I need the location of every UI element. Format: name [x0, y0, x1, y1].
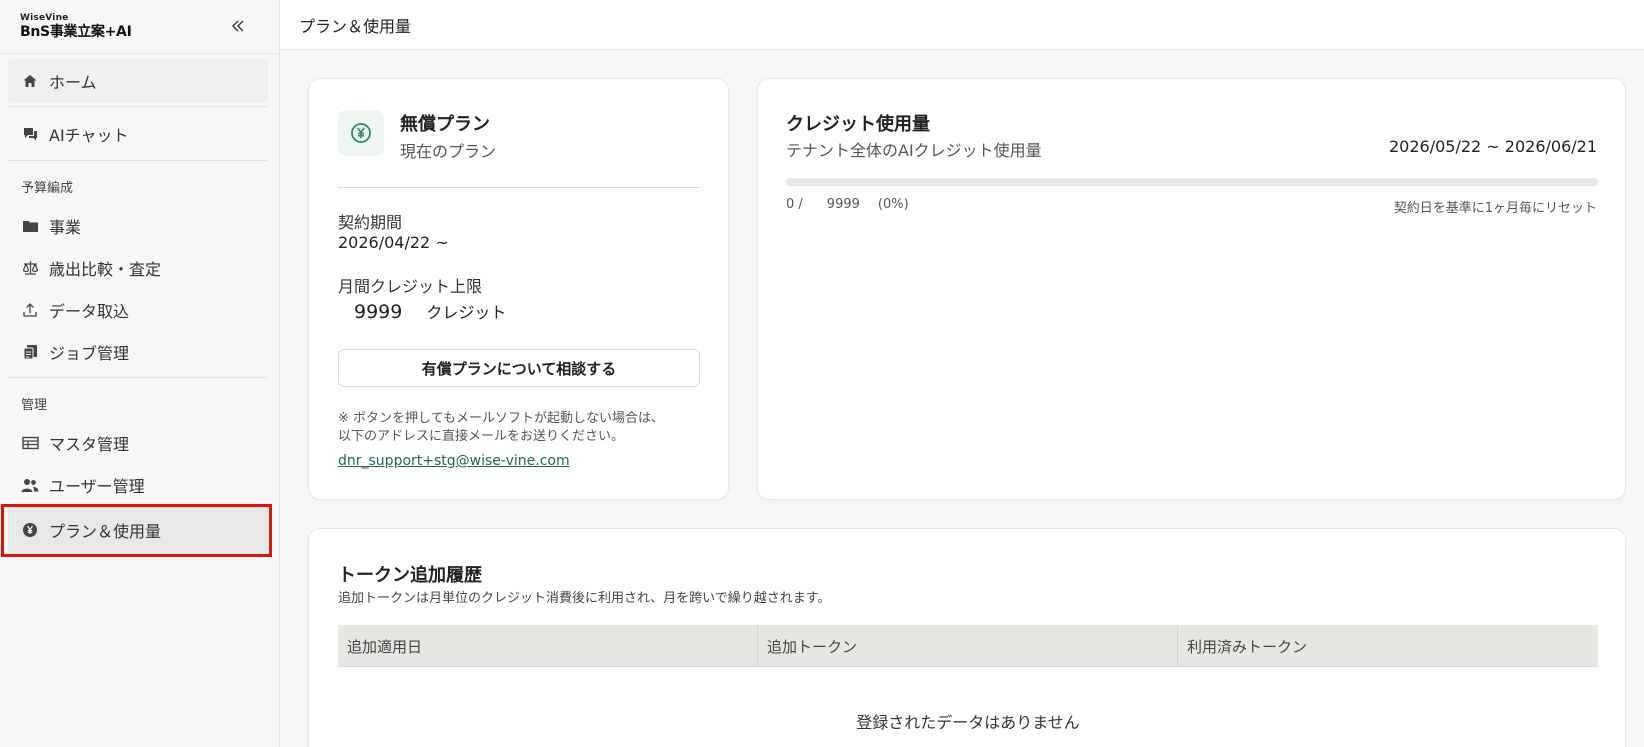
yen-circle-icon — [338, 110, 384, 156]
sidebar-item-label: マスタ管理 — [49, 435, 130, 454]
usage-period: 2026/05/22 ~ 2026/06/21 — [1388, 137, 1597, 156]
sidebar-item-label: ホーム — [49, 73, 97, 92]
sidebar-divider — [8, 106, 268, 107]
sidebar-item-label: データ取込 — [49, 302, 130, 321]
yen-coin-icon — [21, 521, 39, 539]
sidebar-item-master-management[interactable]: マスタ管理 — [8, 421, 268, 465]
users-icon — [21, 476, 39, 494]
sidebar-item-home[interactable]: ホーム — [8, 59, 268, 103]
credit-usage-title: クレジット使用量 — [786, 114, 930, 135]
credit-usage-card: クレジット使用量 テナント全体のAIクレジット使用量 2026/05/22 ~ … — [757, 78, 1626, 500]
clipboard-icon — [21, 343, 39, 361]
token-history-subtitle: 追加トークンは月単位のクレジット消費後に利用され、月を跨いで繰り越されます。 — [338, 591, 831, 606]
usage-limit: 9999 — [826, 197, 860, 212]
sidebar-item-label: プラン＆使用量 — [49, 522, 162, 541]
contract-period-label: 契約期間 — [338, 213, 403, 232]
upload-icon — [21, 301, 39, 319]
plan-card: 無償プラン 現在のプラン 契約期間 2026/04/22 ~ 月間クレジット上限… — [308, 78, 729, 500]
plan-name: 無償プラン — [400, 114, 490, 135]
contract-period-value: 2026/04/22 ~ — [338, 233, 449, 252]
mail-note-line1: ※ ボタンを押してもメールソフトが起動しない場合は、 — [338, 411, 664, 426]
credit-usage-subtitle: テナント全体のAIクレジット使用量 — [786, 141, 1042, 160]
mail-note-line2: 以下のアドレスに直接メールをお送りください。 — [338, 429, 625, 444]
token-history-title: トークン追加履歴 — [338, 565, 482, 586]
sidebar-item-label: ユーザー管理 — [49, 477, 145, 496]
column-header-applied-date[interactable]: 追加適用日 — [338, 625, 758, 667]
empty-state-message: 登録されたデータはありません — [856, 713, 1080, 732]
usage-used: 0 / — [786, 197, 803, 212]
sidebar-item-label: ジョブ管理 — [49, 344, 130, 363]
credit-usage-progress-bar — [786, 178, 1598, 186]
consult-paid-plan-button[interactable]: 有償プランについて相談する — [338, 349, 700, 387]
monthly-credit-value-row: 9999 クレジット — [354, 299, 506, 323]
sidebar-item-user-management[interactable]: ユーザー管理 — [8, 463, 268, 507]
main-content: プラン＆使用量 無償プラン 現在のプラン 契約期間 2026/04/22 ~ 月… — [280, 0, 1644, 747]
monthly-credit-unit: クレジット — [426, 303, 507, 322]
plan-divider — [338, 187, 700, 188]
column-header-used-tokens[interactable]: 利用済みトークン — [1178, 625, 1598, 667]
column-header-added-tokens[interactable]: 追加トークン — [758, 625, 1178, 667]
sidebar-item-comparison[interactable]: 歳出比較・査定 — [8, 246, 268, 290]
sidebar-item-label: AIチャット — [49, 126, 129, 145]
history-table-header: 追加適用日 追加トークン 利用済みトークン — [338, 625, 1598, 667]
page-title: プラン＆使用量 — [299, 17, 412, 36]
sidebar-item-plan-usage[interactable]: プラン＆使用量 — [8, 507, 268, 553]
support-email-link[interactable]: dnr_support+stg@wise-vine.com — [338, 453, 570, 469]
scale-icon — [21, 259, 39, 277]
plan-subtitle: 現在のプラン — [400, 142, 497, 161]
sidebar-item-label: 事業 — [49, 218, 82, 237]
sidebar-item-label: 歳出比較・査定 — [49, 260, 162, 279]
sidebar: WiseVine BnS事業立案+AI ホーム AIチャット 予算編成 事業 歳… — [0, 0, 280, 747]
monthly-credit-label: 月間クレジット上限 — [338, 277, 483, 296]
section-label-budget: 予算編成 — [21, 181, 74, 196]
home-icon — [21, 72, 39, 90]
usage-count: 0 / 9999 (0%) — [786, 197, 915, 212]
usage-percent: (0%) — [877, 197, 909, 212]
table-icon — [21, 434, 39, 452]
sidebar-item-business[interactable]: 事業 — [8, 204, 268, 248]
chat-icon — [21, 125, 39, 143]
collapse-sidebar-button[interactable] — [226, 14, 250, 38]
page-header: プラン＆使用量 — [280, 0, 1644, 50]
sidebar-item-data-import[interactable]: データ取込 — [8, 288, 268, 332]
double-chevron-left-icon — [232, 20, 244, 32]
monthly-credit-value: 9999 — [354, 301, 403, 323]
sidebar-item-job-management[interactable]: ジョブ管理 — [8, 330, 268, 374]
sidebar-divider — [8, 377, 268, 378]
brand-logo: WiseVine BnS事業立案+AI — [0, 0, 279, 54]
usage-reset-note: 契約日を基準に1ヶ月毎にリセット — [1393, 201, 1597, 216]
token-history-card: トークン追加履歴 追加トークンは月単位のクレジット消費後に利用され、月を跨いで繰… — [308, 528, 1626, 747]
sidebar-divider — [8, 160, 268, 161]
folder-icon — [21, 217, 39, 235]
section-label-admin: 管理 — [21, 398, 48, 413]
sidebar-item-ai-chat[interactable]: AIチャット — [8, 112, 268, 156]
